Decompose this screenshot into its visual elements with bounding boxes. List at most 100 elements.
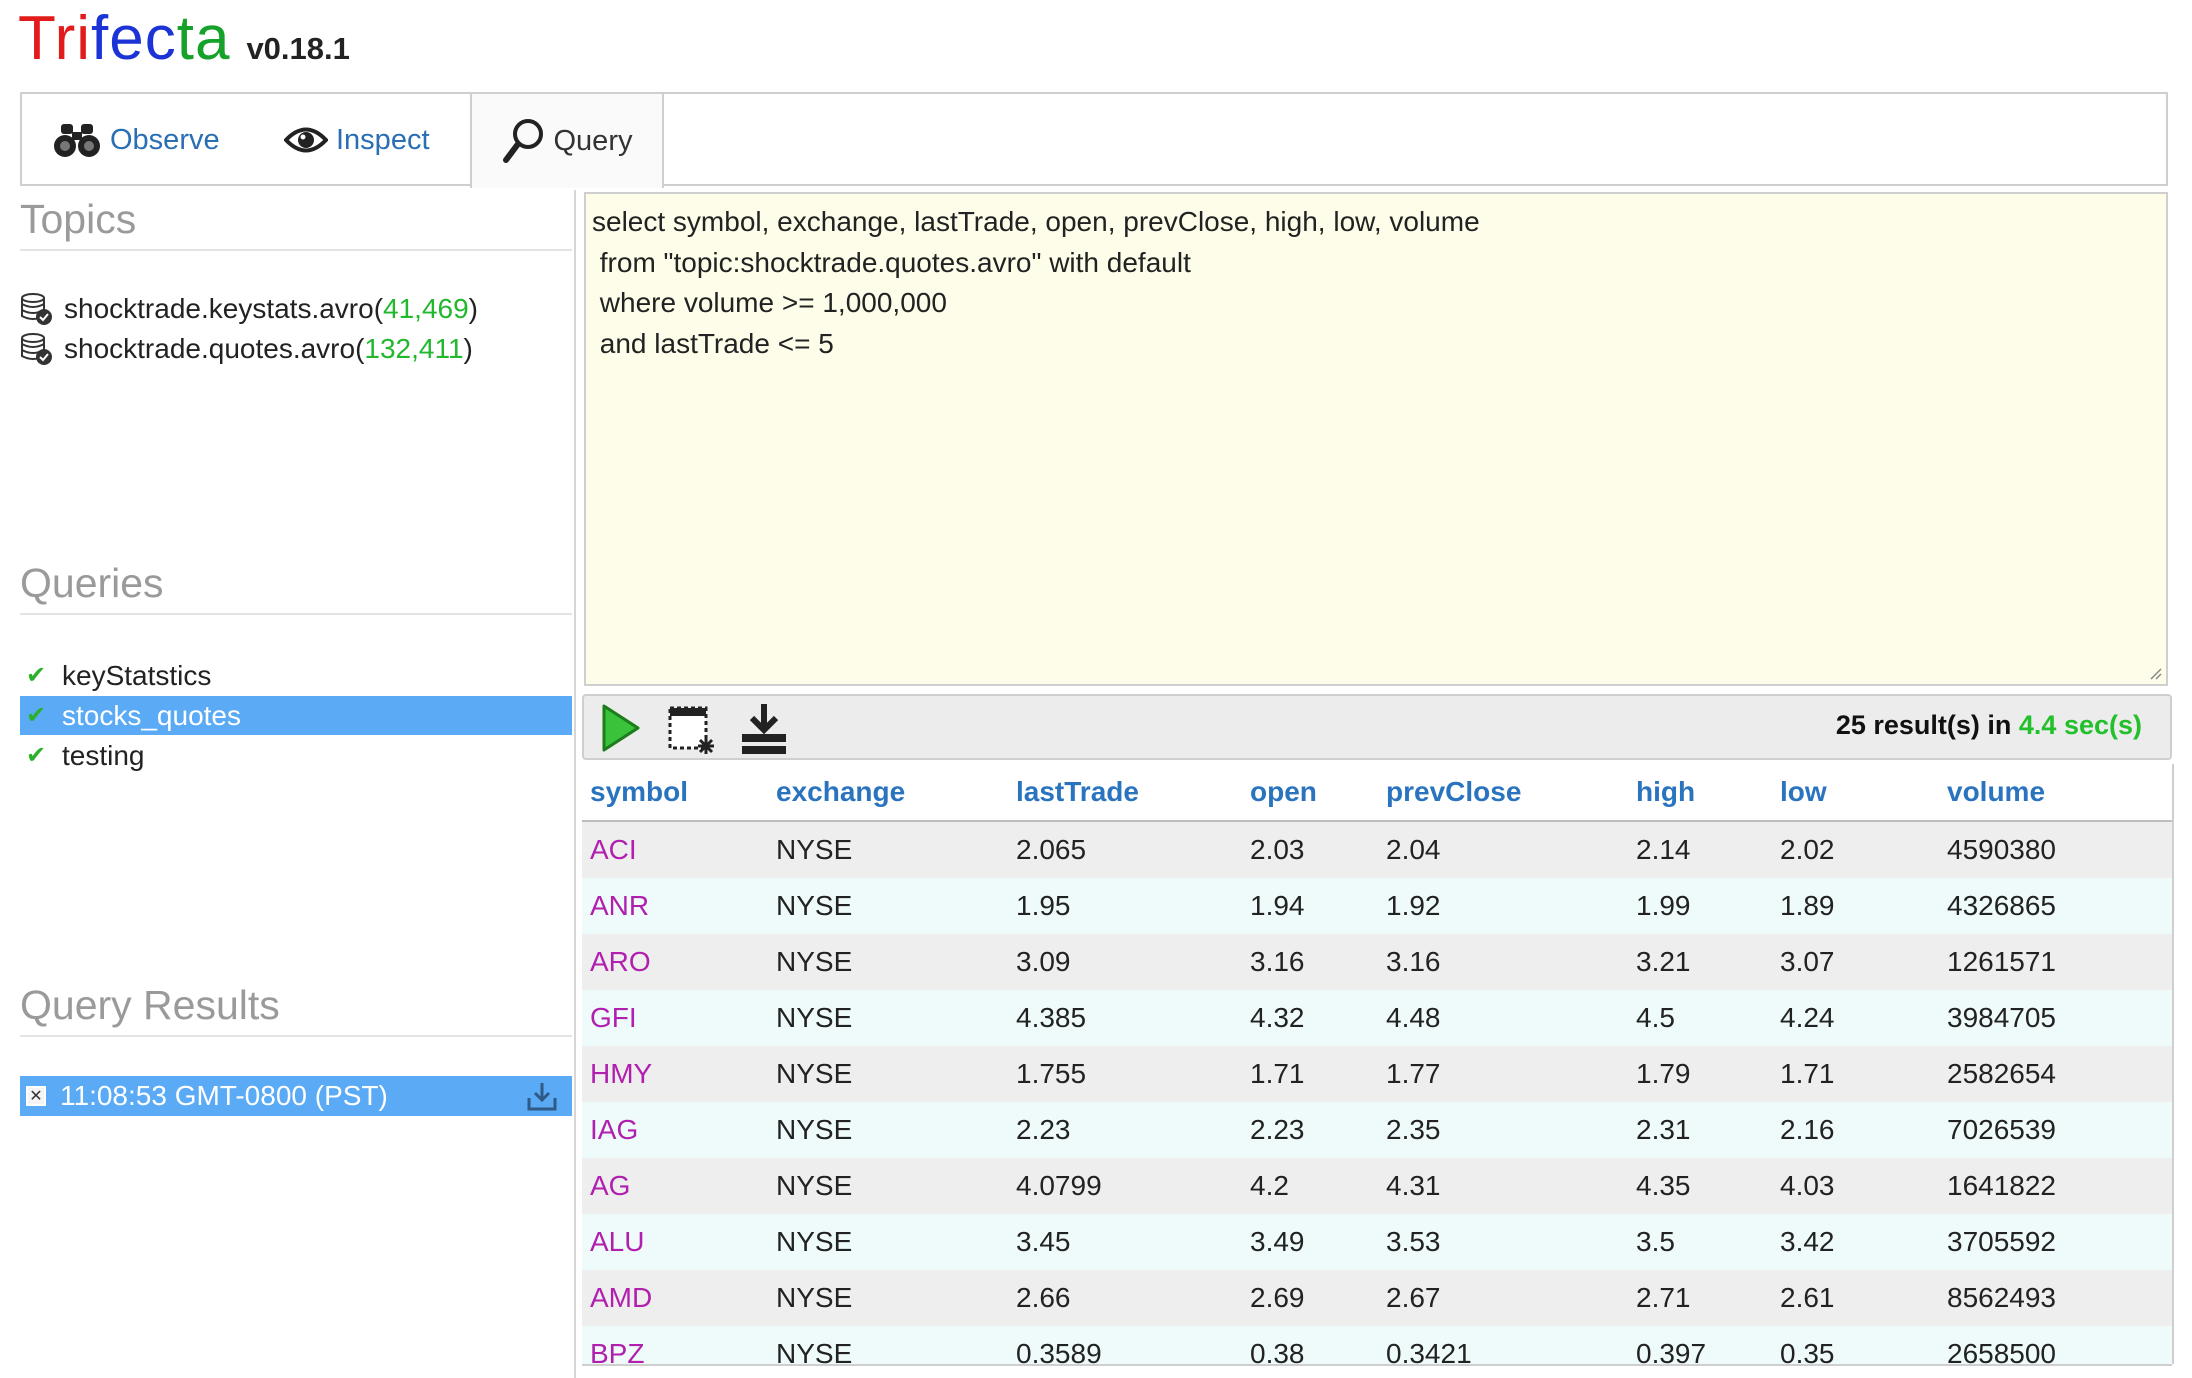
- query-toolbar: 25 result(s) in 4.4 sec(s): [582, 694, 2172, 760]
- topic-item[interactable]: shocktrade.keystats.avro (41,469): [20, 292, 478, 326]
- table-cell: 8562493: [1939, 1270, 2172, 1326]
- table-cell: 2.66: [1008, 1270, 1242, 1326]
- tab-observe[interactable]: Observe: [52, 94, 220, 186]
- result-count: 25 result(s) in: [1835, 710, 2019, 740]
- table-cell: 2.14: [1628, 821, 1772, 878]
- table-cell: 1.71: [1772, 1046, 1939, 1102]
- table-cell: 3.16: [1378, 934, 1628, 990]
- table-row[interactable]: BPZ NYSE 0.3589 0.38 0.3421 0.397 0.35 2658500: [582, 1326, 2172, 1364]
- column-header[interactable]: low: [1772, 764, 1939, 822]
- topic-count-open: (: [355, 333, 365, 364]
- table-cell: 2.16: [1772, 1102, 1939, 1158]
- table-cell: 1.95: [1008, 878, 1242, 934]
- table-row[interactable]: HMY NYSE 1.755 1.71 1.77 1.79 1.71 2582654: [582, 1046, 2172, 1102]
- tab-observe-label: Observe: [110, 123, 220, 156]
- table-cell: 4.48: [1378, 990, 1628, 1046]
- topic-name: shocktrade.quotes.avro: [64, 333, 356, 364]
- column-header[interactable]: exchange: [768, 764, 1008, 822]
- table-cell: 2.61: [1772, 1270, 1939, 1326]
- main-tab-bar: Observe Inspect Query: [20, 92, 2168, 188]
- table-row[interactable]: AG NYSE 4.0799 4.2 4.31 4.35 4.03 1641822: [582, 1158, 2172, 1214]
- table-cell: 3984705: [1939, 990, 2172, 1046]
- query-item-label: stocks_quotes: [62, 699, 241, 731]
- table-cell: 4.32: [1242, 990, 1378, 1046]
- column-header[interactable]: symbol: [582, 764, 768, 822]
- results-table: symbol exchange lastTrade open prevClose…: [582, 764, 2172, 1364]
- result-summary: 25 result(s) in 4.4 sec(s): [1836, 710, 2142, 741]
- table-cell: 4.31: [1378, 1158, 1628, 1214]
- column-header[interactable]: open: [1242, 764, 1378, 822]
- table-cell: 4.35: [1628, 1158, 1772, 1214]
- table-row[interactable]: IAG NYSE 2.23 2.23 2.35 2.31 2.16 7026539: [582, 1102, 2172, 1158]
- tab-query[interactable]: Query: [470, 92, 664, 188]
- query-item-testing[interactable]: ✔ testing: [20, 736, 572, 775]
- clear-results-icon[interactable]: [666, 702, 718, 756]
- table-row[interactable]: ALU NYSE 3.45 3.49 3.53 3.5 3.42 3705592: [582, 1214, 2172, 1270]
- magnifier-icon: [502, 119, 543, 163]
- column-header[interactable]: prevClose: [1378, 764, 1628, 822]
- queries-heading: Queries: [20, 560, 572, 615]
- tab-inspect[interactable]: Inspect: [284, 94, 430, 186]
- table-cell: 2.69: [1242, 1270, 1378, 1326]
- table-cell: 3.42: [1772, 1214, 1939, 1270]
- symbol-cell: GFI: [582, 990, 768, 1046]
- table-cell: 1.99: [1628, 878, 1772, 934]
- topics-heading: Topics: [20, 196, 572, 251]
- sidebar-divider[interactable]: [574, 190, 576, 1378]
- table-row[interactable]: GFI NYSE 4.385 4.32 4.48 4.5 4.24 3984705: [582, 990, 2172, 1046]
- table-cell: NYSE: [768, 1214, 1008, 1270]
- symbol-cell: HMY: [582, 1046, 768, 1102]
- table-cell: 2.23: [1008, 1102, 1242, 1158]
- table-cell: 2.31: [1628, 1102, 1772, 1158]
- table-cell: 0.3421: [1378, 1326, 1628, 1364]
- table-cell: NYSE: [768, 821, 1008, 878]
- table-cell: 4.0799: [1008, 1158, 1242, 1214]
- app-logo: Trifecta: [18, 4, 231, 73]
- symbol-cell: IAG: [582, 1102, 768, 1158]
- topic-item[interactable]: shocktrade.quotes.avro (132,411): [20, 332, 473, 366]
- results-table-container[interactable]: symbol exchange lastTrade open prevClose…: [582, 764, 2174, 1364]
- query-editor[interactable]: select symbol, exchange, lastTrade, open…: [584, 192, 2168, 686]
- table-cell: 2.03: [1242, 821, 1378, 878]
- column-header[interactable]: lastTrade: [1008, 764, 1242, 822]
- table-cell: 3.45: [1008, 1214, 1242, 1270]
- table-cell: 3.09: [1008, 934, 1242, 990]
- query-item-stocks-quotes[interactable]: ✔ stocks_quotes: [20, 696, 572, 735]
- table-row[interactable]: AMD NYSE 2.66 2.69 2.67 2.71 2.61 8562493: [582, 1270, 2172, 1326]
- symbol-cell: ARO: [582, 934, 768, 990]
- resize-grip-icon[interactable]: [2148, 666, 2162, 680]
- table-cell: 3.53: [1378, 1214, 1628, 1270]
- table-cell: 3.49: [1242, 1214, 1378, 1270]
- table-cell: NYSE: [768, 1102, 1008, 1158]
- table-cell: NYSE: [768, 1326, 1008, 1364]
- table-cell: 1.755: [1008, 1046, 1242, 1102]
- download-tray-icon[interactable]: [738, 702, 790, 756]
- table-cell: 1.92: [1378, 878, 1628, 934]
- table-cell: 3705592: [1939, 1214, 2172, 1270]
- column-header[interactable]: high: [1628, 764, 1772, 822]
- symbol-cell: BPZ: [582, 1326, 768, 1364]
- topic-count: 132,411: [364, 333, 464, 364]
- table-cell: 4.5: [1628, 990, 1772, 1046]
- table-row[interactable]: ANR NYSE 1.95 1.94 1.92 1.99 1.89 4326865: [582, 878, 2172, 934]
- download-icon[interactable]: [526, 1080, 558, 1112]
- symbol-cell: ALU: [582, 1214, 768, 1270]
- table-cell: 3.5: [1628, 1214, 1772, 1270]
- sidebar: Topics shocktrade.keystats.avro (41,469)…: [20, 192, 572, 1378]
- column-header[interactable]: volume: [1939, 764, 2172, 822]
- table-cell: 0.397: [1628, 1326, 1772, 1364]
- query-result-item[interactable]: ✕ 11:08:53 GMT-0800 (PST): [20, 1076, 572, 1116]
- table-header-row: symbol exchange lastTrade open prevClose…: [582, 764, 2172, 822]
- symbol-cell: AG: [582, 1158, 768, 1214]
- check-icon: ✔: [26, 662, 47, 689]
- table-cell: 2658500: [1939, 1326, 2172, 1364]
- query-results-heading: Query Results: [20, 982, 572, 1037]
- play-icon[interactable]: [598, 702, 642, 754]
- table-cell: NYSE: [768, 934, 1008, 990]
- table-row[interactable]: ACI NYSE 2.065 2.03 2.04 2.14 2.02 4590380: [582, 821, 2172, 878]
- close-icon[interactable]: ✕: [26, 1086, 46, 1106]
- query-item-keystatstics[interactable]: ✔ keyStatstics: [20, 656, 572, 695]
- table-row[interactable]: ARO NYSE 3.09 3.16 3.16 3.21 3.07 1261571: [582, 934, 2172, 990]
- table-cell: 7026539: [1939, 1102, 2172, 1158]
- table-cell: 4.24: [1772, 990, 1939, 1046]
